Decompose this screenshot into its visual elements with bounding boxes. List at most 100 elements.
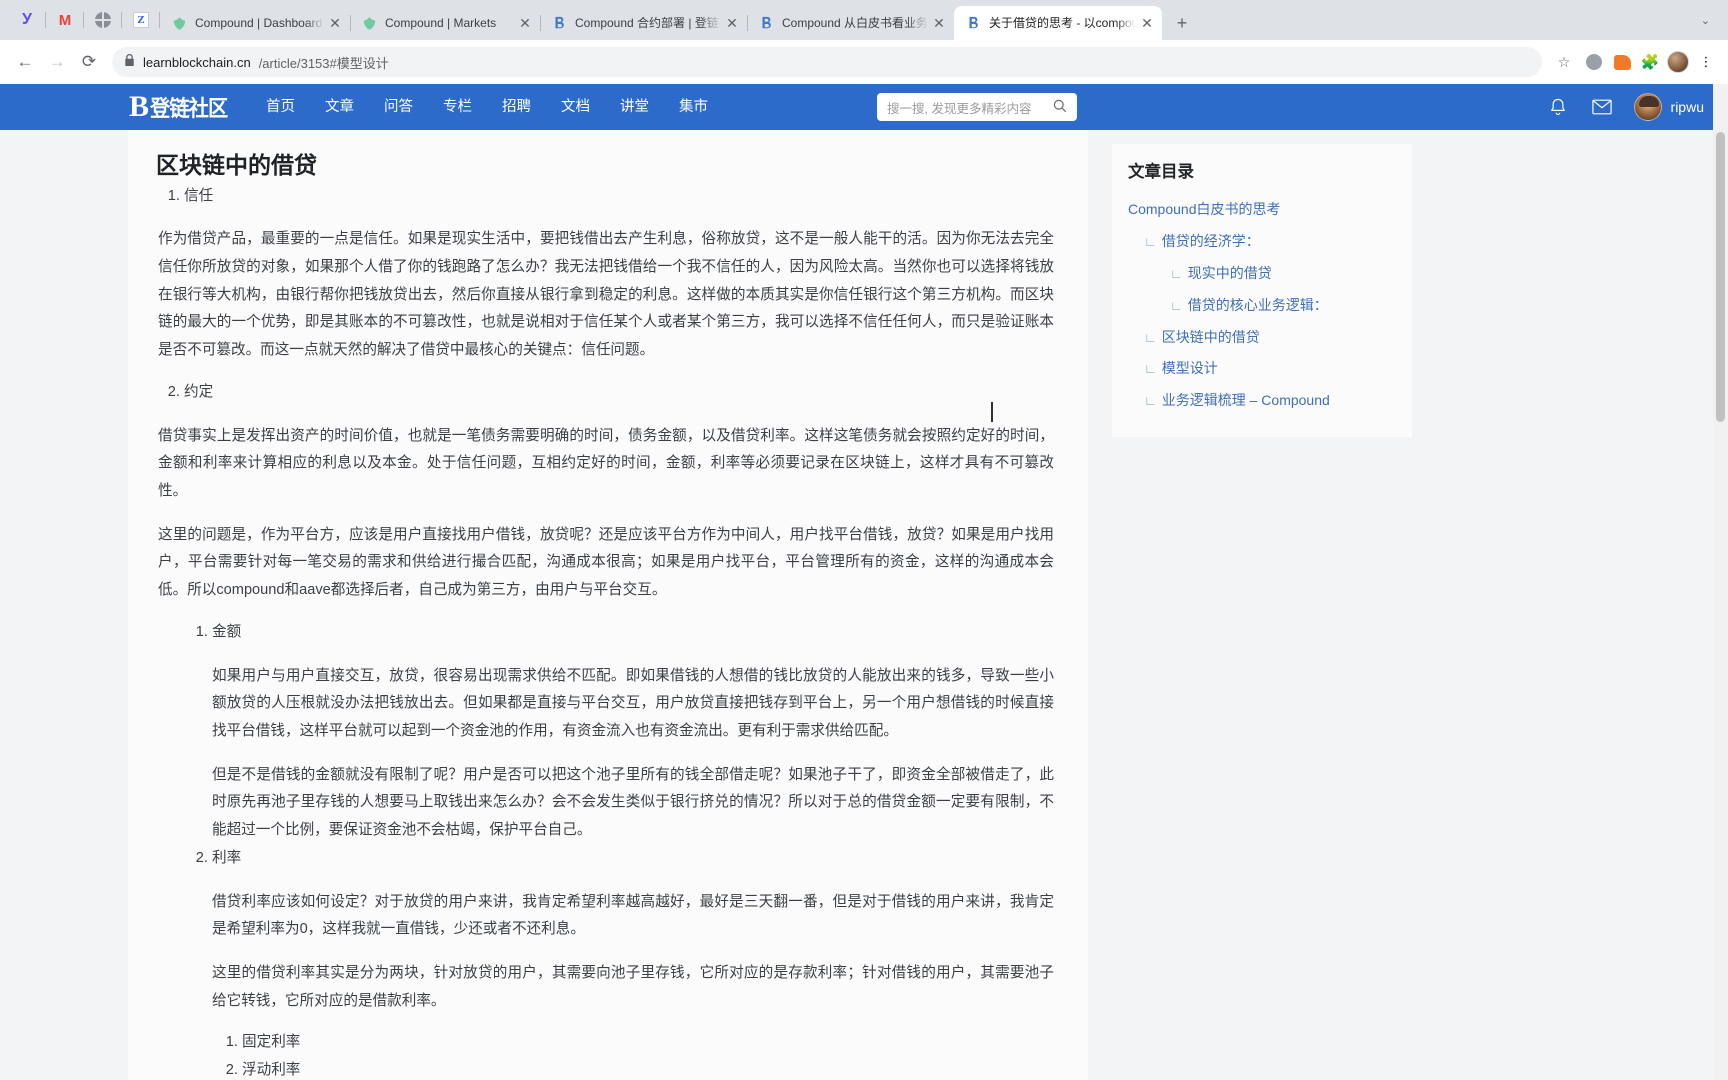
new-tab-button[interactable]: + [1168, 9, 1196, 37]
gmail-icon: M [58, 11, 72, 29]
corner-icon: ∟ [1144, 393, 1157, 409]
paragraph: 借贷利率应该如何设定？对于放贷的用户来讲，我肯定希望利率越高越好，最好是三天翻一… [212, 893, 1054, 938]
search-icon[interactable] [1053, 99, 1067, 116]
toc-item-core-business-logic[interactable]: ∟ 借贷的核心业务逻辑： [1128, 290, 1396, 322]
nav-link-articles[interactable]: 文章 [310, 84, 369, 130]
tab-title: Compound 从白皮书看业务逻辑 [782, 16, 928, 30]
page-title: 区块链中的借贷 [156, 152, 317, 178]
pinned-tab-zotero[interactable]: Z [122, 3, 160, 37]
browser-tab-compound-whitepaper-logic[interactable]: Compound 从白皮书看业务逻辑 ✕ [747, 6, 954, 40]
toc-item-blockchain-lending[interactable]: ∟ 区块链中的借贷 [1128, 322, 1396, 354]
bell-icon[interactable] [1536, 84, 1580, 130]
forward-button[interactable]: → [42, 47, 72, 77]
section-heading: 信任 [184, 187, 214, 204]
nav-link-docs[interactable]: 文档 [546, 84, 605, 130]
corner-icon: ∟ [1170, 265, 1183, 281]
pinned-tab-globe[interactable] [84, 3, 122, 37]
close-icon[interactable]: ✕ [1136, 12, 1158, 34]
nav-link-jobs[interactable]: 招聘 [487, 84, 546, 130]
article-container: 区块链中的借贷 信任 作为借贷产品，最重要的一点是信任。如果是现实生活中，要把钱… [128, 130, 1088, 1080]
url-path: /article/3153#模型设计 [258, 55, 389, 71]
tab-title: Compound | Dashboard [195, 16, 323, 30]
mail-icon[interactable] [1580, 84, 1624, 130]
y-icon: У [22, 11, 32, 28]
extension-circle-icon[interactable] [1582, 50, 1606, 74]
page-scrollbar[interactable] [1713, 84, 1728, 1080]
text-cursor [991, 402, 993, 422]
paragraph: 作为借贷产品，最重要的一点是信任。如果是现实生活中，要把钱借出去产生利息，俗称放… [158, 231, 1054, 359]
toc-link[interactable]: 现实中的借贷 [1188, 265, 1272, 281]
toc-item-model-design[interactable]: ∟ 模型设计 [1128, 353, 1396, 385]
close-icon[interactable]: ✕ [514, 12, 536, 34]
close-icon[interactable]: ✕ [721, 12, 743, 34]
toc-item-real-world-lending[interactable]: ∟ 现实中的借贷 [1128, 258, 1396, 290]
back-button[interactable]: ← [10, 47, 40, 77]
denglian-icon [965, 15, 981, 31]
subsection-heading: 利率 [212, 849, 242, 866]
nav-link-lectures[interactable]: 讲堂 [605, 84, 664, 130]
tab-title: 关于借贷的思考 - 以compound [989, 16, 1136, 30]
paragraph: 借贷事实上是发挥出资产的时间价值，也就是一笔债务需要明确的时间，债务金额，以及借… [158, 427, 1054, 499]
user-menu[interactable]: ripwu [1633, 93, 1704, 121]
bookmark-star-icon[interactable]: ☆ [1550, 48, 1578, 76]
browser-tab-compound-contract-deploy[interactable]: Compound 合约部署 | 登链社区 ✕ [540, 6, 747, 40]
reload-button[interactable]: ⟳ [74, 47, 104, 77]
logo-mark: B [129, 90, 150, 123]
browser-tab-compound-dashboard[interactable]: Compound | Dashboard ✕ [160, 6, 350, 40]
close-icon[interactable]: ✕ [324, 12, 346, 34]
navbar-right: ripwu [1536, 84, 1704, 130]
scrollbar-thumb[interactable] [1716, 132, 1725, 422]
close-icon[interactable]: ✕ [928, 12, 950, 34]
nav-link-qa[interactable]: 问答 [369, 84, 428, 130]
avatar [1633, 93, 1662, 121]
list-item: 固定利率 [242, 1029, 1054, 1057]
address-bar[interactable]: learnblockchain.cn/article/3153#模型设计 [112, 47, 1542, 77]
url-host: learnblockchain.cn [143, 54, 251, 70]
site-search[interactable]: 搜一搜, 发现更多精彩内容 [877, 93, 1077, 121]
username-label: ripwu [1670, 99, 1704, 115]
toc-item-lending-economics[interactable]: ∟ 借贷的经济学： [1128, 226, 1396, 258]
search-input-placeholder[interactable]: 搜一搜, 发现更多精彩内容 [887, 98, 1053, 117]
toc-item-business-logic-compound[interactable]: ∟ 业务逻辑梳理 – Compound [1128, 385, 1396, 417]
toc-link[interactable]: 模型设计 [1162, 360, 1218, 376]
corner-icon: ∟ [1144, 329, 1157, 345]
tab-title: Compound 合约部署 | 登链社区 [575, 16, 721, 30]
nav-link-market[interactable]: 集市 [664, 84, 723, 130]
browser-menu-icon[interactable]: ⋮ [1694, 50, 1718, 74]
extension-fox-icon[interactable] [1610, 50, 1634, 74]
section-heading: 约定 [184, 383, 214, 400]
toc-link[interactable]: 借贷的核心业务逻辑： [1188, 297, 1328, 313]
pinned-tabs: У M Z [8, 0, 160, 40]
pinned-tab-yandex[interactable]: У [8, 3, 46, 37]
browser-tab-compound-markets[interactable]: Compound | Markets ✕ [350, 6, 540, 40]
compound-icon [171, 15, 187, 31]
nav-link-columns[interactable]: 专栏 [428, 84, 487, 130]
chevron-down-icon[interactable]: ⌄ [1693, 14, 1718, 27]
extensions-puzzle-icon[interactable]: 🧩 [1638, 50, 1662, 74]
globe-icon [94, 11, 112, 29]
pinned-tab-gmail[interactable]: M [46, 3, 84, 37]
tab-separator [350, 15, 351, 31]
corner-icon: ∟ [1170, 297, 1183, 313]
nav-link-home[interactable]: 首页 [251, 84, 310, 130]
content-area: 区块链中的借贷 信任 作为借贷产品，最重要的一点是信任。如果是现实生活中，要把钱… [0, 130, 1728, 1080]
paragraph: 这里的借贷利率其实是分为两块，针对放贷的用户，其需要向池子里存钱，它所对应的是存… [212, 965, 1054, 1009]
profile-avatar[interactable] [1666, 50, 1690, 74]
toc-link[interactable]: 区块链中的借贷 [1162, 329, 1260, 345]
toc-link[interactable]: Compound白皮书的思考 [1128, 201, 1281, 217]
browser-tab-active-lending-thoughts[interactable]: 关于借贷的思考 - 以compound ✕ [954, 6, 1162, 40]
section-trust: 信任 作为借贷产品，最重要的一点是信任。如果是现实生活中，要把钱借出去产生利息，… [158, 183, 1054, 365]
logo-text: 登链社区 [150, 96, 228, 121]
paragraph: 这里的问题是，作为平台方，应该是用户直接找用户借钱，放贷呢？还是应该平台方作为中… [158, 526, 1054, 599]
article-body: 信任 作为借贷产品，最重要的一点是信任。如果是现实生活中，要把钱借出去产生利息，… [142, 183, 1054, 1080]
denglian-icon [551, 15, 567, 31]
site-navbar: B 登链社区 首页 文章 问答 专栏 招聘 文档 讲堂 集市 搜一搜, 发现更多… [0, 84, 1728, 130]
table-of-contents: 文章目录 Compound白皮书的思考 ∟ 借贷的经济学： ∟ 现实中的借贷 ∟ 借贷… [1112, 144, 1412, 438]
site-logo[interactable]: B 登链社区 [129, 90, 233, 124]
list-item: 浮动利率 [242, 1057, 1054, 1080]
toc-link[interactable]: 业务逻辑梳理 – Compound [1162, 392, 1330, 408]
article-outline-level2: 金额 如果用户与用户直接交互，放贷，很容易出现需求供给不匹配。即如果借钱的人想借… [184, 619, 1054, 1080]
toc-item-compound-whitepaper[interactable]: Compound白皮书的思考 [1128, 194, 1396, 226]
toc-link[interactable]: 借贷的经济学： [1162, 233, 1260, 249]
section-agreement: 约定 借贷事实上是发挥出资产的时间价值，也就是一笔债务需要明确的时间，债务金额，… [158, 379, 1054, 1080]
